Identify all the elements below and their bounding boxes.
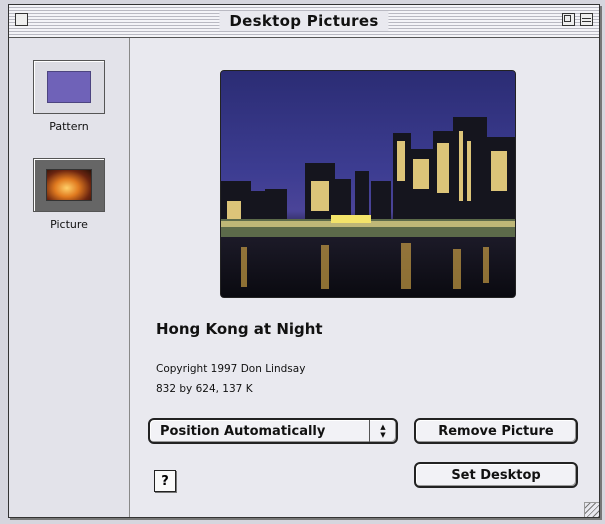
collapse-box-icon[interactable] — [580, 13, 593, 26]
position-popup[interactable]: Position Automatically ▲ ▼ — [148, 418, 398, 444]
popup-arrows-icon: ▲ ▼ — [369, 420, 396, 442]
set-desktop-label: Set Desktop — [451, 467, 541, 483]
sidebar-item-pattern[interactable]: Pattern — [9, 60, 129, 133]
pattern-thumbnail[interactable] — [33, 60, 105, 114]
city-skyline-image — [221, 71, 515, 297]
close-box-icon[interactable] — [15, 13, 28, 26]
desktop-pictures-window: Desktop Pictures Pattern Picture Hong Ko… — [8, 4, 600, 518]
picture-title: Hong Kong at Night — [156, 320, 323, 338]
picture-copyright: Copyright 1997 Don Lindsay — [156, 363, 306, 375]
title-bar[interactable]: Desktop Pictures — [9, 5, 599, 38]
remove-picture-label: Remove Picture — [438, 423, 554, 439]
picture-preview — [220, 70, 516, 298]
position-popup-label: Position Automatically — [160, 423, 326, 439]
set-desktop-button[interactable]: Set Desktop — [414, 462, 578, 488]
window-title: Desktop Pictures — [219, 11, 389, 31]
sidebar-item-label: Pattern — [49, 120, 89, 133]
remove-picture-button[interactable]: Remove Picture — [414, 418, 578, 444]
picture-thumbnail-icon — [46, 169, 92, 201]
sidebar-item-picture[interactable]: Picture — [9, 158, 129, 231]
zoom-box-icon[interactable] — [562, 13, 575, 26]
main-panel: Hong Kong at Night Copyright 1997 Don Li… — [130, 38, 599, 517]
picture-thumbnail[interactable] — [33, 158, 105, 212]
help-button[interactable]: ? — [154, 470, 176, 492]
resize-grip-icon[interactable] — [584, 502, 599, 517]
pattern-swatch-icon — [47, 71, 91, 103]
picture-info: 832 by 624, 137 K — [156, 383, 253, 395]
sidebar-item-label: Picture — [50, 218, 88, 231]
sidebar: Pattern Picture — [9, 38, 130, 517]
